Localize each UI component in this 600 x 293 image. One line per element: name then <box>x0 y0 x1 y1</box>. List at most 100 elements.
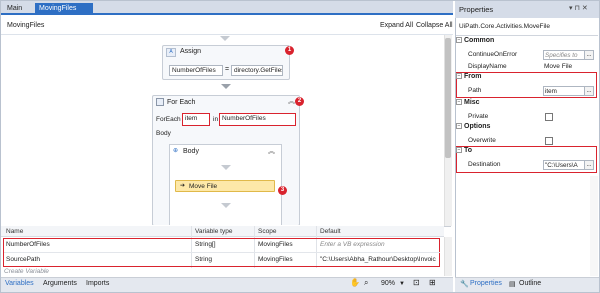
tab-movingfiles[interactable]: MovingFiles *✕ <box>35 3 93 24</box>
foreach-title: For Each <box>167 99 196 106</box>
section-options[interactable]: − Options <box>456 123 596 134</box>
properties-tab-icon: 🔧 <box>460 281 469 288</box>
foreach-collection-field[interactable]: NumberOfFiles <box>219 113 296 126</box>
callout-badge-1: 1 <box>285 46 294 55</box>
breadcrumb[interactable]: MovingFiles <box>7 22 44 29</box>
collapse-icon[interactable]: − <box>456 147 462 154</box>
prop-value[interactable]: item <box>543 86 585 96</box>
canvas-scrollbar-thumb[interactable] <box>445 38 451 158</box>
section-to[interactable]: − To <box>456 147 596 158</box>
collapse-icon[interactable]: − <box>456 73 462 80</box>
var-type[interactable]: String[] <box>195 239 253 251</box>
document-tab-strip: Main MovingFiles *✕ <box>1 1 453 24</box>
move-file-activity[interactable]: ➔ Move File <box>175 180 275 192</box>
section-misc[interactable]: − Misc <box>456 99 596 110</box>
var-default[interactable]: Enter a VB expression <box>320 239 438 251</box>
foreach-icon <box>156 98 164 106</box>
flow-arrow-icon <box>221 84 231 89</box>
zoom-level[interactable]: 90% <box>381 280 395 287</box>
grid-scrollbar[interactable] <box>444 237 452 276</box>
flow-arrow-icon <box>220 36 230 41</box>
assign-title: Assign <box>180 48 202 55</box>
ellipsis-button[interactable]: ... <box>584 86 594 96</box>
col-type-header[interactable]: Variable type <box>195 228 232 235</box>
tab-imports[interactable]: Imports <box>86 280 109 287</box>
tab-variables[interactable]: Variables <box>5 280 34 287</box>
fit-screen-icon[interactable]: ⊡ <box>413 278 420 287</box>
prop-destination: Destination "C:\Users\A ... <box>456 159 596 171</box>
flow-arrow-icon <box>221 165 231 170</box>
var-default[interactable]: "C:\Users\Abha_Rathour\Desktop\Invoic <box>320 254 439 266</box>
section-options-label: Options <box>464 123 491 130</box>
ellipsis-button[interactable]: ... <box>584 50 594 60</box>
move-file-icon: ➔ <box>180 183 186 189</box>
private-checkbox[interactable] <box>545 113 553 121</box>
col-name-header[interactable]: Name <box>6 228 23 235</box>
var-scope[interactable]: MovingFiles <box>258 254 314 266</box>
assign-activity[interactable]: A Assign NumberOfFiles = directory.GetFi… <box>162 45 290 80</box>
var-scope[interactable]: MovingFiles <box>258 239 314 251</box>
section-common-label: Common <box>464 37 495 44</box>
foreach-label: ForEach <box>156 116 181 123</box>
outline-tab-icon: ▤ <box>509 281 516 288</box>
callout-badge-2: 2 <box>295 97 304 106</box>
assign-to-field[interactable]: NumberOfFiles <box>169 65 223 76</box>
foreach-activity[interactable]: For Each ︽ ForEach item in NumberOfFiles… <box>152 95 300 225</box>
collapse-all-link[interactable]: Collapse All <box>416 22 453 29</box>
foreach-item-field[interactable]: item <box>182 113 210 126</box>
collapse-chevron-icon[interactable]: ︽ <box>268 146 275 156</box>
designer-canvas[interactable]: A Assign NumberOfFiles = directory.GetFi… <box>1 35 451 225</box>
body-title: Body <box>183 148 199 155</box>
chevron-down-icon[interactable]: ▼ <box>399 281 405 287</box>
section-misc-label: Misc <box>464 99 480 106</box>
in-label: in <box>213 116 219 123</box>
collapse-icon[interactable]: − <box>456 123 462 130</box>
prop-label: ContinueOnError <box>468 51 518 58</box>
activity-type: UiPath.Core.Activities.MoveFile <box>459 23 551 30</box>
prop-label: Private <box>468 113 489 120</box>
properties-scrollbar[interactable] <box>590 176 598 276</box>
var-type[interactable]: String <box>195 254 253 266</box>
tab-arguments[interactable]: Arguments <box>43 280 77 287</box>
prop-continue-on-error: ContinueOnError Specifies to ... <box>456 49 596 61</box>
zoom-icon[interactable]: ⌕ <box>364 278 368 288</box>
expand-all-link[interactable]: Expand All <box>380 22 413 29</box>
assign-value-field[interactable]: directory.GetFiles( <box>231 65 283 76</box>
callout-badge-3: 3 <box>278 186 287 195</box>
overview-icon[interactable]: ⊞ <box>429 278 436 287</box>
panel-controls-icon[interactable]: ▾ ⊓ ✕ <box>569 4 588 12</box>
col-scope-header[interactable]: Scope <box>258 228 276 235</box>
prop-value[interactable]: Specifies to <box>543 50 585 60</box>
prop-label: Path <box>468 87 482 94</box>
prop-label: Destination <box>468 161 501 168</box>
row-divider <box>4 252 440 253</box>
prop-private: Private <box>456 111 596 123</box>
collapse-chevron-icon[interactable]: ︽ <box>288 96 295 106</box>
section-to-label: To <box>464 147 473 154</box>
tab-main[interactable]: Main <box>3 3 29 15</box>
ellipsis-button[interactable]: ... <box>584 160 594 170</box>
overwrite-checkbox[interactable] <box>545 137 553 145</box>
var-name[interactable]: NumberOfFiles <box>6 239 186 251</box>
move-file-label: Move File <box>189 183 218 190</box>
collapse-icon[interactable]: − <box>456 99 462 106</box>
assign-equals: = <box>225 66 230 73</box>
pan-hand-icon[interactable]: ✋ <box>350 278 360 287</box>
body-label: Body <box>156 130 171 137</box>
assign-icon: A <box>166 48 176 57</box>
collapse-icon[interactable]: − <box>456 37 462 44</box>
sequence-icon: ⊕ <box>173 148 179 154</box>
flow-arrow-icon <box>221 203 231 208</box>
section-from[interactable]: − From <box>456 73 596 84</box>
col-default-header[interactable]: Default <box>320 228 341 235</box>
tab-outline[interactable]: Outline <box>519 280 541 287</box>
divider <box>456 35 598 36</box>
prop-value[interactable]: "C:\Users\A <box>543 160 585 170</box>
tab-main-label: Main <box>7 5 23 12</box>
section-common[interactable]: − Common <box>456 37 596 48</box>
section-from-label: From <box>464 73 482 80</box>
properties-title: Properties <box>459 5 494 14</box>
tab-properties[interactable]: Properties <box>470 280 502 287</box>
body-sequence[interactable]: ⊕ Body ︽ ➔ Move File <box>169 144 282 225</box>
var-name[interactable]: SourcePath <box>6 254 186 266</box>
